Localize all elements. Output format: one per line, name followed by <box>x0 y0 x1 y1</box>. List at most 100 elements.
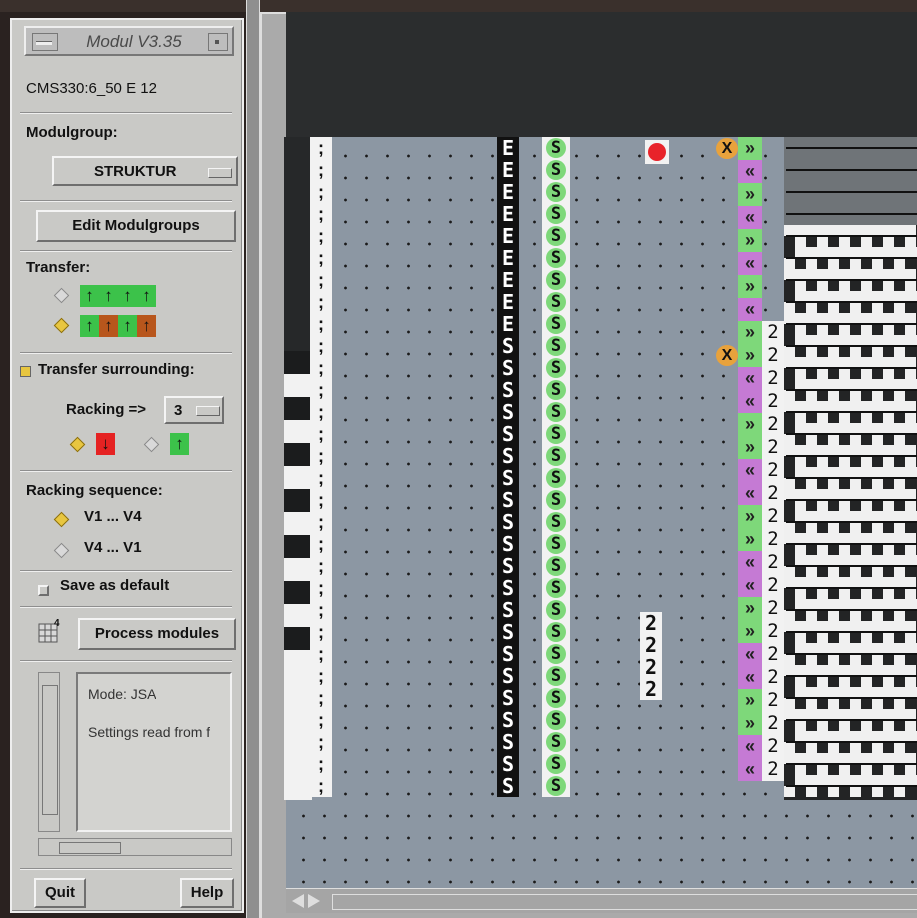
sequence-option1-radio[interactable] <box>53 511 70 528</box>
stitch-cell <box>784 742 795 753</box>
transfer-surrounding-checkbox[interactable] <box>20 366 31 377</box>
semicolon-cell: ; <box>318 445 324 466</box>
green-s-cell: S <box>542 643 570 665</box>
stitch-pattern-area[interactable] <box>784 137 917 800</box>
chevron-row: » 2 <box>716 505 784 528</box>
stitch-cell <box>905 544 916 555</box>
modulgroup-value: STRUKTUR <box>94 163 177 180</box>
transfer-option1-arrows[interactable]: ↑ ↑ ↑ ↑ <box>80 285 156 307</box>
two-cell: 2 <box>762 758 784 781</box>
quit-button[interactable]: Quit <box>34 878 86 908</box>
chevron-left-icon[interactable]: « <box>738 643 762 666</box>
editor-horizontal-scrollbar[interactable] <box>286 888 917 913</box>
chevron-left-icon[interactable]: « <box>738 666 762 689</box>
pattern-row <box>784 203 917 225</box>
chevron-left-icon[interactable]: « <box>738 574 762 597</box>
scroll-track[interactable] <box>332 894 917 910</box>
yarn-line <box>786 631 917 633</box>
racking-down-radio[interactable] <box>69 436 86 453</box>
x-marker-icon[interactable]: X <box>716 345 738 366</box>
chevron-right-icon[interactable]: » <box>738 137 762 160</box>
transfer-option2-arrows[interactable]: ↑ ↑ ↑ ↑ <box>80 315 156 337</box>
chevron-left-icon[interactable]: « <box>738 367 762 390</box>
log-horizontal-scrollbar[interactable] <box>38 838 232 856</box>
chevron-right-icon[interactable]: » <box>738 712 762 735</box>
chevron-right-icon[interactable]: » <box>738 183 762 206</box>
racking-up-radio[interactable] <box>143 436 160 453</box>
stitch-cell <box>850 258 861 269</box>
chevron-left-icon[interactable]: « <box>738 206 762 229</box>
chevron-right-icon[interactable]: » <box>738 689 762 712</box>
chevron-right-icon[interactable]: » <box>738 321 762 344</box>
scroll-right-icon[interactable] <box>308 894 320 908</box>
yarn-line <box>786 477 917 479</box>
save-default-checkbox[interactable] <box>38 585 49 596</box>
minimize-icon[interactable] <box>208 33 228 51</box>
system-cell: S <box>501 599 515 621</box>
stitch-cell <box>883 236 894 247</box>
stitch-cell <box>883 544 894 555</box>
chevron-right-icon[interactable]: » <box>738 275 762 298</box>
green-s-icon: S <box>546 490 566 510</box>
green-s-cell: S <box>542 313 570 335</box>
sequence-option2-radio[interactable] <box>53 542 70 559</box>
system-cell: S <box>501 621 515 643</box>
green-s-icon: S <box>546 226 566 246</box>
transfer-option1-radio[interactable] <box>53 287 70 304</box>
stitch-cell <box>806 478 817 489</box>
x-marker-icon[interactable]: X <box>716 138 738 159</box>
stop-marker[interactable] <box>645 140 669 164</box>
two-cell: 2 <box>644 612 658 634</box>
racking-down-arrow[interactable]: ↓ <box>96 433 115 455</box>
stitch-cell <box>817 456 828 467</box>
scroll-thumb[interactable] <box>42 685 58 815</box>
stitch-cell <box>894 742 905 753</box>
scroll-thumb[interactable] <box>59 842 121 854</box>
chevron-right-icon[interactable]: » <box>738 620 762 643</box>
semicolon-cell: ; <box>318 621 324 642</box>
yarn-line <box>786 235 917 237</box>
chevron-left-icon[interactable]: « <box>738 160 762 183</box>
chevron-left-icon[interactable]: « <box>738 252 762 275</box>
stitch-cell <box>850 478 861 489</box>
scroll-left-icon[interactable] <box>292 894 304 908</box>
log-vertical-scrollbar[interactable] <box>38 672 60 832</box>
process-modules-button[interactable]: Process modules <box>78 618 236 650</box>
pattern-row <box>784 555 917 577</box>
chevron-right-icon[interactable]: » <box>738 436 762 459</box>
modulgroup-select[interactable]: STRUKTUR <box>52 156 238 186</box>
transfer-option2-radio[interactable] <box>53 317 70 334</box>
needle-key <box>284 351 312 374</box>
racking-up-arrow[interactable]: ↑ <box>170 433 189 455</box>
window-menu-icon[interactable] <box>32 33 58 51</box>
chevron-left-icon[interactable]: « <box>738 482 762 505</box>
chevron-row: « <box>716 160 784 183</box>
chevron-right-icon[interactable]: » <box>738 344 762 367</box>
stitch-cell <box>872 786 883 797</box>
log-textarea[interactable]: Mode: JSA Settings read from f <box>76 672 232 832</box>
chevron-left-icon[interactable]: « <box>738 758 762 781</box>
system-cell: S <box>501 643 515 665</box>
chevron-right-icon[interactable]: » <box>738 229 762 252</box>
pattern-row <box>784 665 917 687</box>
green-s-icon: S <box>546 358 566 378</box>
divider <box>20 250 232 252</box>
chevron-right-icon[interactable]: » <box>738 505 762 528</box>
stitch-cell <box>817 588 828 599</box>
chevron-left-icon[interactable]: « <box>738 298 762 321</box>
chevron-right-icon[interactable]: » <box>738 597 762 620</box>
edit-modulgroups-button[interactable]: Edit Modulgroups <box>36 210 236 242</box>
green-s-cell: S <box>542 753 570 775</box>
chevron-left-icon[interactable]: « <box>738 390 762 413</box>
racking-select[interactable]: 3 <box>164 396 224 424</box>
stitch-cell <box>861 544 872 555</box>
stitch-cell <box>784 478 795 489</box>
chevron-right-icon[interactable]: » <box>738 528 762 551</box>
chevron-left-icon[interactable]: « <box>738 735 762 758</box>
help-button[interactable]: Help <box>180 878 234 908</box>
chevron-left-icon[interactable]: « <box>738 551 762 574</box>
chevron-right-icon[interactable]: » <box>738 413 762 436</box>
chevron-left-icon[interactable]: « <box>738 459 762 482</box>
green-s-icon: S <box>546 754 566 774</box>
process-grid-icon[interactable]: 4 <box>38 618 62 644</box>
